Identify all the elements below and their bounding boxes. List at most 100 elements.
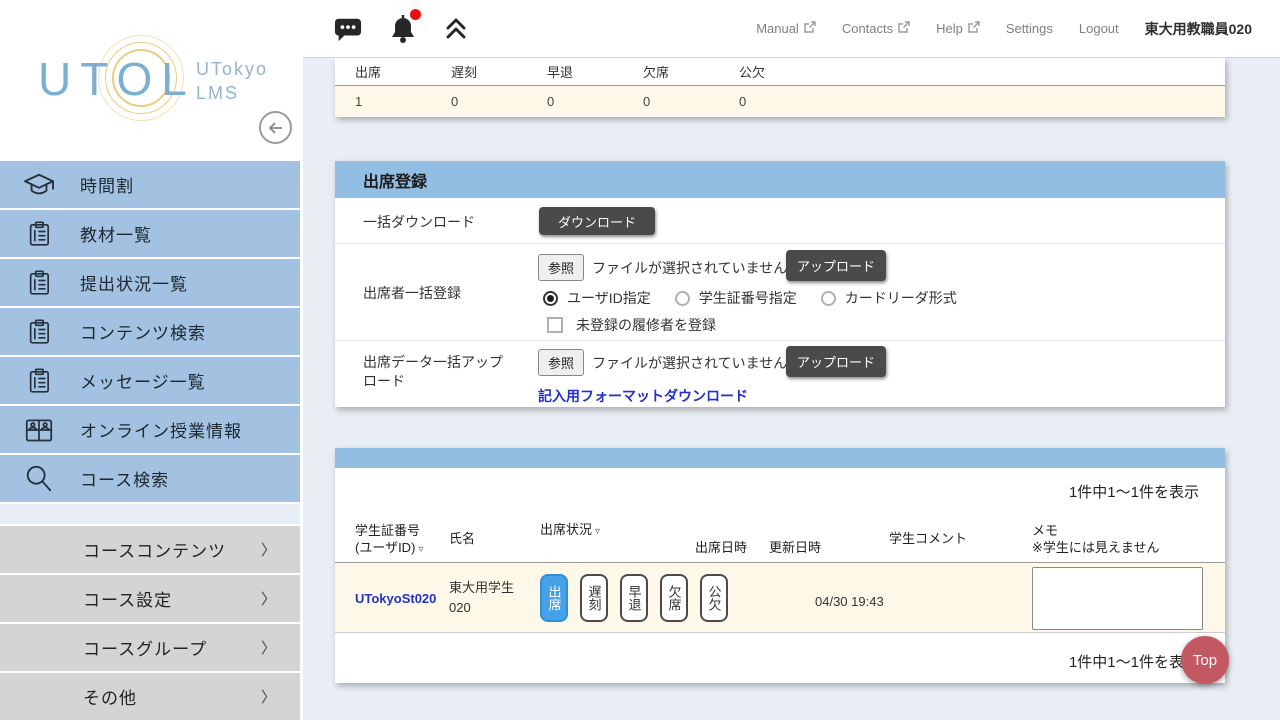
notifications-button[interactable] [387, 13, 419, 45]
sidebar-item-timetable[interactable]: 時間割 [0, 161, 300, 208]
chevron-right-icon: 〉 [261, 588, 276, 609]
pagination-label-top: 1件中1〜1件を表示 [1069, 481, 1199, 502]
manual-link[interactable]: Manual [756, 21, 816, 36]
upload-button[interactable]: アップロード [786, 346, 886, 377]
sidebar-item-course-group[interactable]: コースグループ 〉 [0, 624, 300, 671]
search-icon [20, 463, 58, 495]
sort-icon[interactable]: ▿ [595, 526, 600, 537]
col-student-id-line2-wrap[interactable]: (ユーザID)▿ [355, 537, 423, 556]
radio-user-id[interactable]: ユーザID指定 [543, 288, 651, 308]
status-excused-button[interactable]: 公欠 [700, 574, 728, 622]
sidebar-item-label: オンライン授業情報 [80, 417, 242, 442]
sidebar-item-course-contents[interactable]: コースコンテンツ 〉 [0, 526, 300, 573]
sidebar-item-course-settings[interactable]: コース設定 〉 [0, 575, 300, 622]
radio-card-reader[interactable]: カードリーダ形式 [821, 288, 957, 308]
sidebar-item-label: コース検索 [80, 466, 169, 491]
back-to-top-button[interactable]: Top [1181, 636, 1229, 684]
help-link-label: Help [936, 21, 963, 36]
status-present-button[interactable]: 出席 [540, 574, 568, 622]
col-memo-note: ※学生には見えません [1032, 537, 1160, 556]
bulk-download-row: 一括ダウンロード ダウンロード [335, 198, 1225, 244]
format-download-link[interactable]: 記入用フォーマットダウンロード [538, 386, 748, 406]
summary-value-row: 1 0 0 0 0 [335, 86, 1225, 116]
sidebar-item-messages[interactable]: メッセージ一覧 [0, 357, 300, 404]
external-link-icon [804, 21, 816, 36]
online-class-icon [20, 414, 58, 446]
student-id-link[interactable]: UTokyoSt020 [355, 591, 436, 606]
clipboard-icon [20, 267, 58, 299]
logout-link[interactable]: Logout [1079, 21, 1119, 36]
bulk-download-label: 一括ダウンロード [363, 213, 475, 232]
no-file-selected-label: ファイルが選択されていません。 [592, 353, 801, 373]
sidebar-divider [0, 504, 300, 524]
attendance-summary-table: 出席 遅刻 早退 欠席 公欠 1 0 0 0 0 [335, 58, 1225, 117]
messages-button[interactable] [333, 15, 363, 43]
status-early-leave-button[interactable]: 早退 [620, 574, 648, 622]
memo-textarea[interactable] [1032, 567, 1203, 630]
chevrons-up-icon [443, 16, 469, 42]
radio-student-number[interactable]: 学生証番号指定 [675, 288, 797, 308]
no-file-selected-label: ファイルが選択されていません。 [592, 258, 801, 278]
sidebar-item-submission-status[interactable]: 提出状況一覧 [0, 259, 300, 306]
sidebar: UTOL UTokyo LMS 時間割 教材一覧 [0, 0, 300, 720]
sidebar-collapse-button[interactable] [259, 111, 292, 144]
scroll-top-button[interactable] [443, 16, 469, 42]
topbar-icons [303, 13, 469, 45]
sidebar-item-label: メッセージ一覧 [80, 368, 206, 393]
col-update-datetime: 更新日時 [769, 537, 821, 556]
data-bulk-label: 出席データ一括アップロード [363, 353, 503, 391]
status-late-button[interactable]: 遅刻 [580, 574, 608, 622]
summary-early-leave-count: 0 [527, 94, 623, 109]
register-mode-radios: ユーザID指定 学生証番号指定 カードリーダ形式 [543, 288, 971, 308]
logo-subtitle-line1: UTokyo [196, 57, 268, 81]
radio-label: カードリーダ形式 [845, 288, 957, 308]
graduation-cap-icon [20, 169, 58, 201]
sidebar-item-label: その他 [83, 684, 137, 709]
settings-link[interactable]: Settings [1006, 21, 1053, 36]
col-student-comment: 学生コメント [889, 528, 967, 547]
pagination-label-bottom: 1件中1〜1件を表示 [1069, 651, 1199, 672]
chevron-right-icon: 〉 [261, 539, 276, 560]
radio-label: 学生証番号指定 [699, 288, 797, 308]
register-unenrolled-checkbox[interactable]: 未登録の履修者を登録 [547, 315, 716, 335]
col-student-id-line1: 学生証番号 [355, 523, 420, 538]
sidebar-item-materials[interactable]: 教材一覧 [0, 210, 300, 257]
logo-subtitle-line2: LMS [196, 81, 268, 105]
logo-subtitle: UTokyo LMS [196, 57, 268, 106]
sidebar-item-content-search[interactable]: コンテンツ検索 [0, 308, 300, 355]
summary-present-count: 1 [335, 94, 431, 109]
summary-col-late: 遅刻 [431, 62, 527, 81]
clipboard-icon [20, 316, 58, 348]
chevron-right-icon: 〉 [261, 686, 276, 707]
student-row: UTokyoSt020 東大用学生020 出席 遅刻 早退 欠席 公欠 04/3… [335, 563, 1225, 633]
contacts-link[interactable]: Contacts [842, 21, 910, 36]
external-link-icon [898, 21, 910, 36]
upload-button[interactable]: アップロード [786, 250, 886, 281]
sort-icon[interactable]: ▿ [418, 544, 423, 555]
summary-col-present: 出席 [335, 62, 431, 81]
panel-title: 出席登録 [335, 161, 1225, 198]
sidebar-item-online-class-info[interactable]: オンライン授業情報 [0, 406, 300, 453]
sidebar-nav: 時間割 教材一覧 提出状況一覧 コンテンツ検索 メッセージ一覧 [0, 161, 300, 720]
manual-link-label: Manual [756, 21, 799, 36]
col-student-id-line2: (ユーザID) [355, 540, 415, 555]
status-absent-button[interactable]: 欠席 [660, 574, 688, 622]
col-status-label: 出席状況 [540, 522, 592, 537]
download-button[interactable]: ダウンロード [539, 207, 655, 235]
browse-button[interactable]: 参照 [538, 254, 584, 281]
browse-button[interactable]: 参照 [538, 349, 584, 376]
sidebar-item-label: コンテンツ検索 [80, 319, 206, 344]
table-header-bar [335, 448, 1225, 468]
radio-label: ユーザID指定 [567, 288, 651, 308]
radio-unselected-icon [821, 291, 836, 306]
summary-excused-count: 0 [719, 94, 815, 109]
current-user-label: 東大用教職員020 [1145, 19, 1252, 39]
sidebar-item-course-search[interactable]: コース検索 [0, 455, 300, 502]
col-attendance-datetime: 出席日時 [695, 537, 747, 556]
sidebar-item-others[interactable]: その他 〉 [0, 673, 300, 720]
col-status[interactable]: 出席状況▿ [540, 519, 600, 538]
contacts-link-label: Contacts [842, 21, 893, 36]
notification-badge [410, 9, 421, 20]
utol-logo: UTOL [38, 52, 196, 106]
help-link[interactable]: Help [936, 21, 980, 36]
